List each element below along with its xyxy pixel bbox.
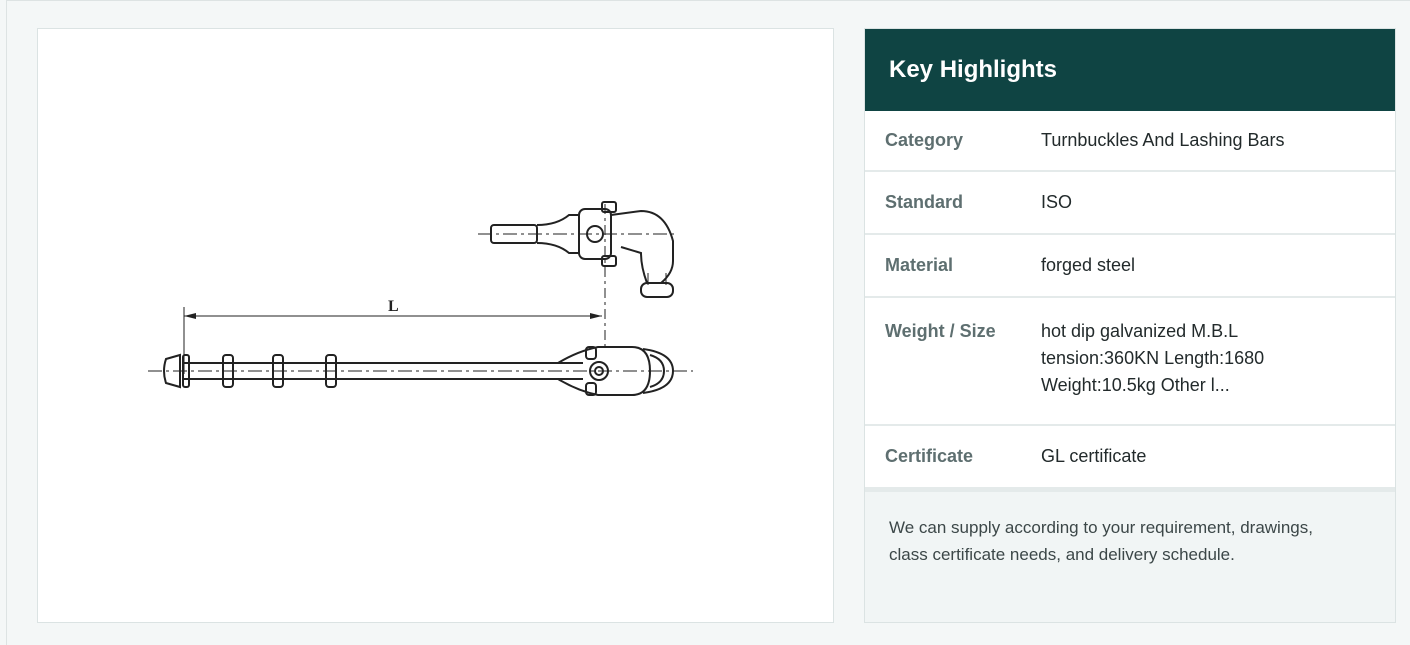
row-label: Weight / Size <box>885 321 996 341</box>
product-image-panel: L <box>37 28 834 623</box>
row-certificate: Certificate GL certificate <box>865 426 1395 489</box>
row-standard: Standard ISO <box>865 172 1395 235</box>
dimension-label: L <box>388 298 399 315</box>
row-category: Category Turnbuckles And Lashing Bars <box>865 111 1395 172</box>
row-label: Certificate <box>885 446 974 466</box>
row-value: ISO <box>1041 192 1073 212</box>
row-label: Material <box>885 255 954 275</box>
row-weight-size: Weight / Size hot dip galvanized M.B.L t… <box>865 298 1395 426</box>
highlights-header: Key Highlights <box>865 29 1395 111</box>
row-value: hot dip galvanized M.B.L tension:360KN L… <box>1041 321 1265 395</box>
lashing-bar-drawing: L <box>148 201 693 396</box>
row-label: Standard <box>885 192 964 212</box>
highlights-title: Key Highlights <box>889 56 1058 83</box>
content-frame: L Key Highlights Category Turnbuckles An… <box>6 0 1410 645</box>
row-material: Material forged steel <box>865 235 1395 298</box>
row-value: Turnbuckles And Lashing Bars <box>1041 130 1285 150</box>
supply-note: We can supply according to your requirem… <box>865 489 1395 622</box>
row-label: Category <box>885 130 964 150</box>
key-highlights-panel: Key Highlights Category Turnbuckles And … <box>864 28 1396 623</box>
row-value: forged steel <box>1041 255 1136 275</box>
row-value: GL certificate <box>1041 446 1147 466</box>
